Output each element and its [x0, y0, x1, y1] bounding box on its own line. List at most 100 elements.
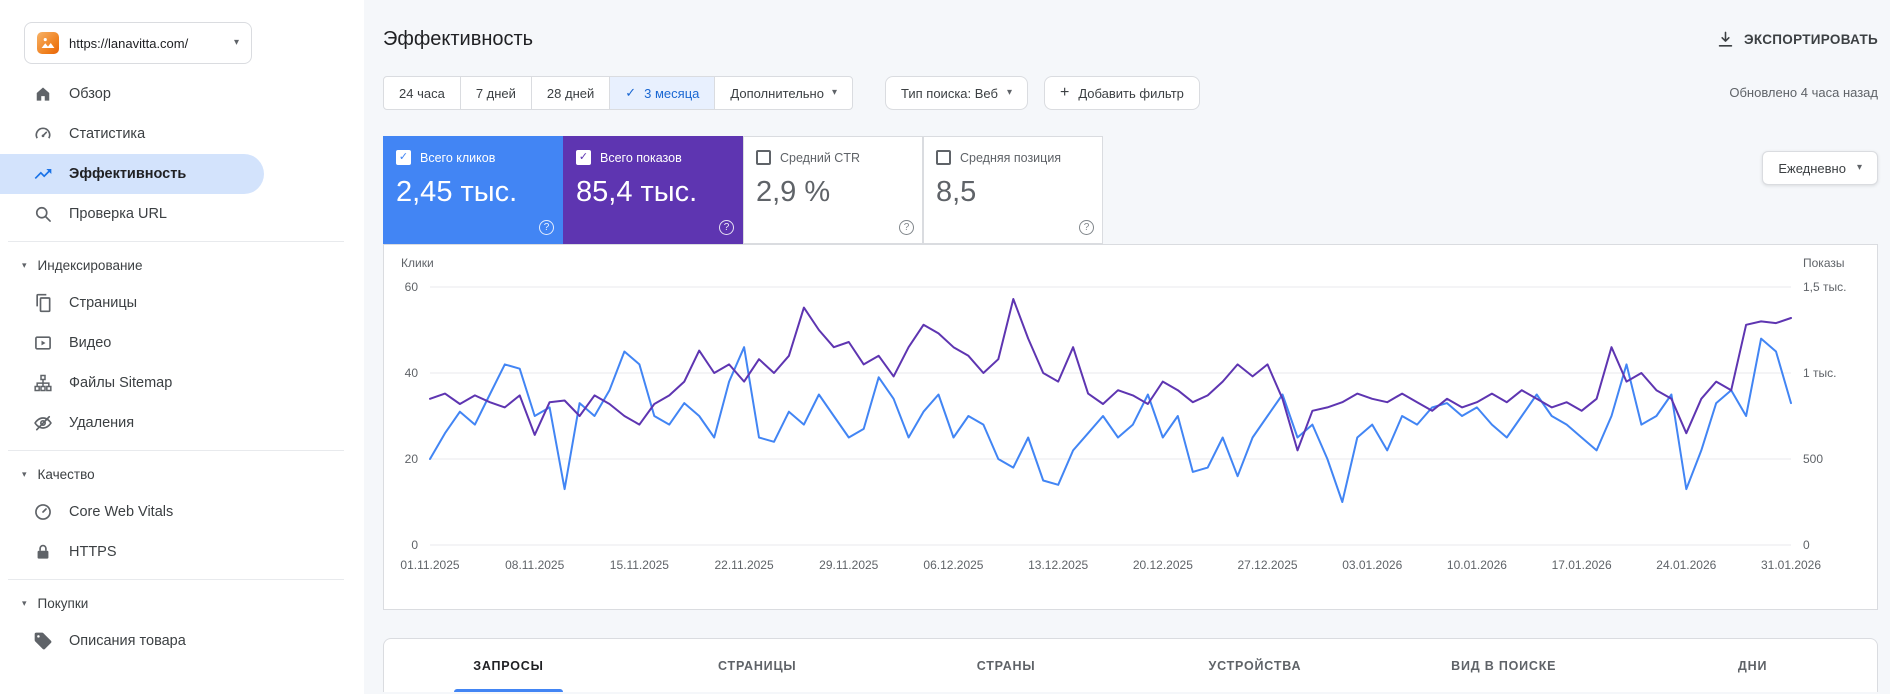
svg-text:29.11.2025: 29.11.2025 — [819, 558, 878, 572]
video-icon — [33, 333, 53, 353]
help-icon[interactable]: ? — [899, 220, 914, 235]
sidebar-item-label: Core Web Vitals — [69, 504, 174, 520]
svg-text:0: 0 — [411, 538, 418, 552]
sidebar-section-shopping[interactable]: ▾ Покупки — [0, 585, 364, 621]
sidebar-item-video[interactable]: Видео — [0, 323, 264, 363]
date-range-3m[interactable]: ✓ 3 месяца — [609, 76, 716, 110]
metric-card-ctr[interactable]: Средний CTR 2,9 %? — [743, 136, 923, 244]
last-updated-text: Обновлено 4 часа назад — [1729, 85, 1878, 100]
performance-chart-panel: 0 20 40 60 0 500 1 тыс. 1,5 тыс. Клики Показы 01.1… — [383, 244, 1878, 610]
add-filter-label: Добавить фильтр — [1078, 85, 1184, 101]
svg-text:1,5 тыс.: 1,5 тыс. — [1803, 280, 1846, 294]
sidebar-item-pages[interactable]: Страницы — [0, 283, 264, 323]
tab-search-appearance[interactable]: ВИД В ПОИСКЕ — [1379, 639, 1628, 692]
date-range-more[interactable]: Дополнительно ▾ — [714, 76, 853, 110]
plus-icon: + — [1059, 84, 1070, 101]
metric-value: 2,9 % — [756, 176, 831, 208]
eye-off-icon — [33, 413, 53, 433]
granularity-dropdown[interactable]: Ежедневно ▾ — [1762, 151, 1878, 185]
checkbox-icon[interactable]: ✓ — [396, 150, 411, 165]
svg-text:1 тыс.: 1 тыс. — [1803, 366, 1836, 380]
tab-dates[interactable]: ДНИ — [1628, 639, 1877, 692]
sidebar-item-product-snippets[interactable]: Описания товара — [0, 621, 264, 661]
sidebar-item-label: Удаления — [69, 415, 135, 431]
sidebar-item-label: Обзор — [69, 86, 111, 102]
main-content: Эффективность ЭКСПОРТИРОВАТЬ 24 часа 7 дн… — [364, 0, 1890, 694]
checkbox-icon[interactable]: ✓ — [576, 150, 591, 165]
performance-chart[interactable]: 0 20 40 60 0 500 1 тыс. 1,5 тыс. Клики Показы 01.1… — [384, 247, 1875, 609]
divider — [8, 241, 344, 242]
svg-text:06.12.2025: 06.12.2025 — [923, 558, 983, 572]
date-range-label: 7 дней — [475, 85, 516, 101]
svg-text:Показы: Показы — [1803, 256, 1844, 270]
granularity-label: Ежедневно — [1778, 160, 1846, 176]
metric-toggle-row: ✓ Всего показов — [576, 150, 730, 165]
property-url: https://lanavitta.com/ — [69, 35, 189, 51]
tab-queries[interactable]: ЗАПРОСЫ — [384, 639, 633, 692]
sidebar-item-url-inspection[interactable]: Проверка URL — [0, 194, 264, 234]
sidebar-item-insights[interactable]: Статистика — [0, 114, 264, 154]
tab-devices[interactable]: УСТРОЙСТВА — [1130, 639, 1379, 692]
metric-card-clicks[interactable]: ✓ Всего кликов 2,45 тыс.? — [383, 136, 563, 244]
metric-card-position[interactable]: Средняя позиция 8,5? — [923, 136, 1103, 244]
svg-text:08.11.2025: 08.11.2025 — [505, 558, 564, 572]
insights-icon — [33, 124, 53, 144]
check-icon: ✓ — [625, 85, 637, 100]
help-icon[interactable]: ? — [539, 220, 554, 235]
page-header: Эффективность ЭКСПОРТИРОВАТЬ — [383, 24, 1878, 54]
metric-value: 2,45 тыс. — [396, 176, 518, 208]
sidebar-section-label: Индексирование — [37, 257, 143, 273]
tab-countries[interactable]: СТРАНЫ — [882, 639, 1131, 692]
sidebar-item-https[interactable]: HTTPS — [0, 532, 264, 572]
sidebar-item-core-web-vitals[interactable]: Core Web Vitals — [0, 492, 264, 532]
metric-toggle-row: Средняя позиция — [936, 150, 1090, 165]
svg-text:0: 0 — [1803, 538, 1810, 552]
search-type-label: Тип поиска: Веб — [901, 85, 998, 101]
sidebar-item-removals[interactable]: Удаления — [0, 403, 264, 443]
date-range-label: 24 часа — [399, 85, 445, 101]
sidebar-item-label: Видео — [69, 335, 112, 351]
page-title: Эффективность — [383, 27, 534, 50]
sitemap-icon — [33, 373, 53, 393]
metric-card-impressions[interactable]: ✓ Всего показов 85,4 тыс.? — [563, 136, 743, 244]
sidebar-item-sitemaps[interactable]: Файлы Sitemap — [0, 363, 264, 403]
svg-text:03.01.2026: 03.01.2026 — [1342, 558, 1402, 572]
sidebar-item-performance[interactable]: Эффективность — [0, 154, 264, 194]
sidebar-item-label: Описания товара — [69, 633, 186, 649]
date-range-24h[interactable]: 24 часа — [383, 76, 461, 110]
svg-text:17.01.2026: 17.01.2026 — [1552, 558, 1612, 572]
sidebar-item-label: Файлы Sitemap — [69, 375, 173, 391]
svg-text:40: 40 — [405, 366, 419, 380]
trending-up-icon — [33, 164, 53, 184]
metric-label: Всего кликов — [420, 150, 496, 165]
add-filter-chip[interactable]: + Добавить фильтр — [1043, 76, 1200, 110]
sidebar-item-overview[interactable]: Обзор — [0, 74, 264, 114]
svg-text:31.01.2026: 31.01.2026 — [1761, 558, 1821, 572]
help-icon[interactable]: ? — [719, 220, 734, 235]
gauge-icon — [33, 502, 53, 522]
checkbox-icon[interactable] — [936, 150, 951, 165]
sidebar-item-label: HTTPS — [69, 544, 117, 560]
export-button[interactable]: ЭКСПОРТИРОВАТЬ — [1716, 30, 1878, 49]
tab-pages[interactable]: СТРАНИЦЫ — [633, 639, 882, 692]
svg-text:15.11.2025: 15.11.2025 — [610, 558, 669, 572]
checkbox-icon[interactable] — [756, 150, 771, 165]
property-selector[interactable]: https://lanavitta.com/ ▾ — [24, 22, 252, 64]
property-favicon-icon — [37, 32, 59, 54]
metric-value: 8,5 — [936, 176, 977, 208]
dimension-tabs: ЗАПРОСЫ СТРАНИЦЫ СТРАНЫ УСТРОЙСТВА ВИД В ПОИ… — [383, 638, 1878, 692]
home-icon — [33, 84, 53, 104]
sidebar-section-experience[interactable]: ▾ Качество — [0, 456, 364, 492]
svg-text:60: 60 — [405, 280, 419, 294]
metric-toggle-row: ✓ Всего кликов — [396, 150, 550, 165]
chevron-down-icon: ▾ — [233, 37, 239, 48]
search-type-chip[interactable]: Тип поиска: Веб ▾ — [885, 76, 1028, 110]
help-icon[interactable]: ? — [1079, 220, 1094, 235]
sidebar-section-label: Покупки — [37, 595, 89, 611]
tag-icon — [33, 631, 53, 651]
sidebar-section-indexing[interactable]: ▾ Индексирование — [0, 247, 364, 283]
date-range-7d[interactable]: 7 дней — [459, 76, 532, 110]
metric-label: Всего показов — [600, 150, 682, 165]
sidebar-nav: Обзор Статистика Эффективность Проверка URL… — [0, 74, 364, 661]
date-range-28d[interactable]: 28 дней — [530, 76, 611, 110]
